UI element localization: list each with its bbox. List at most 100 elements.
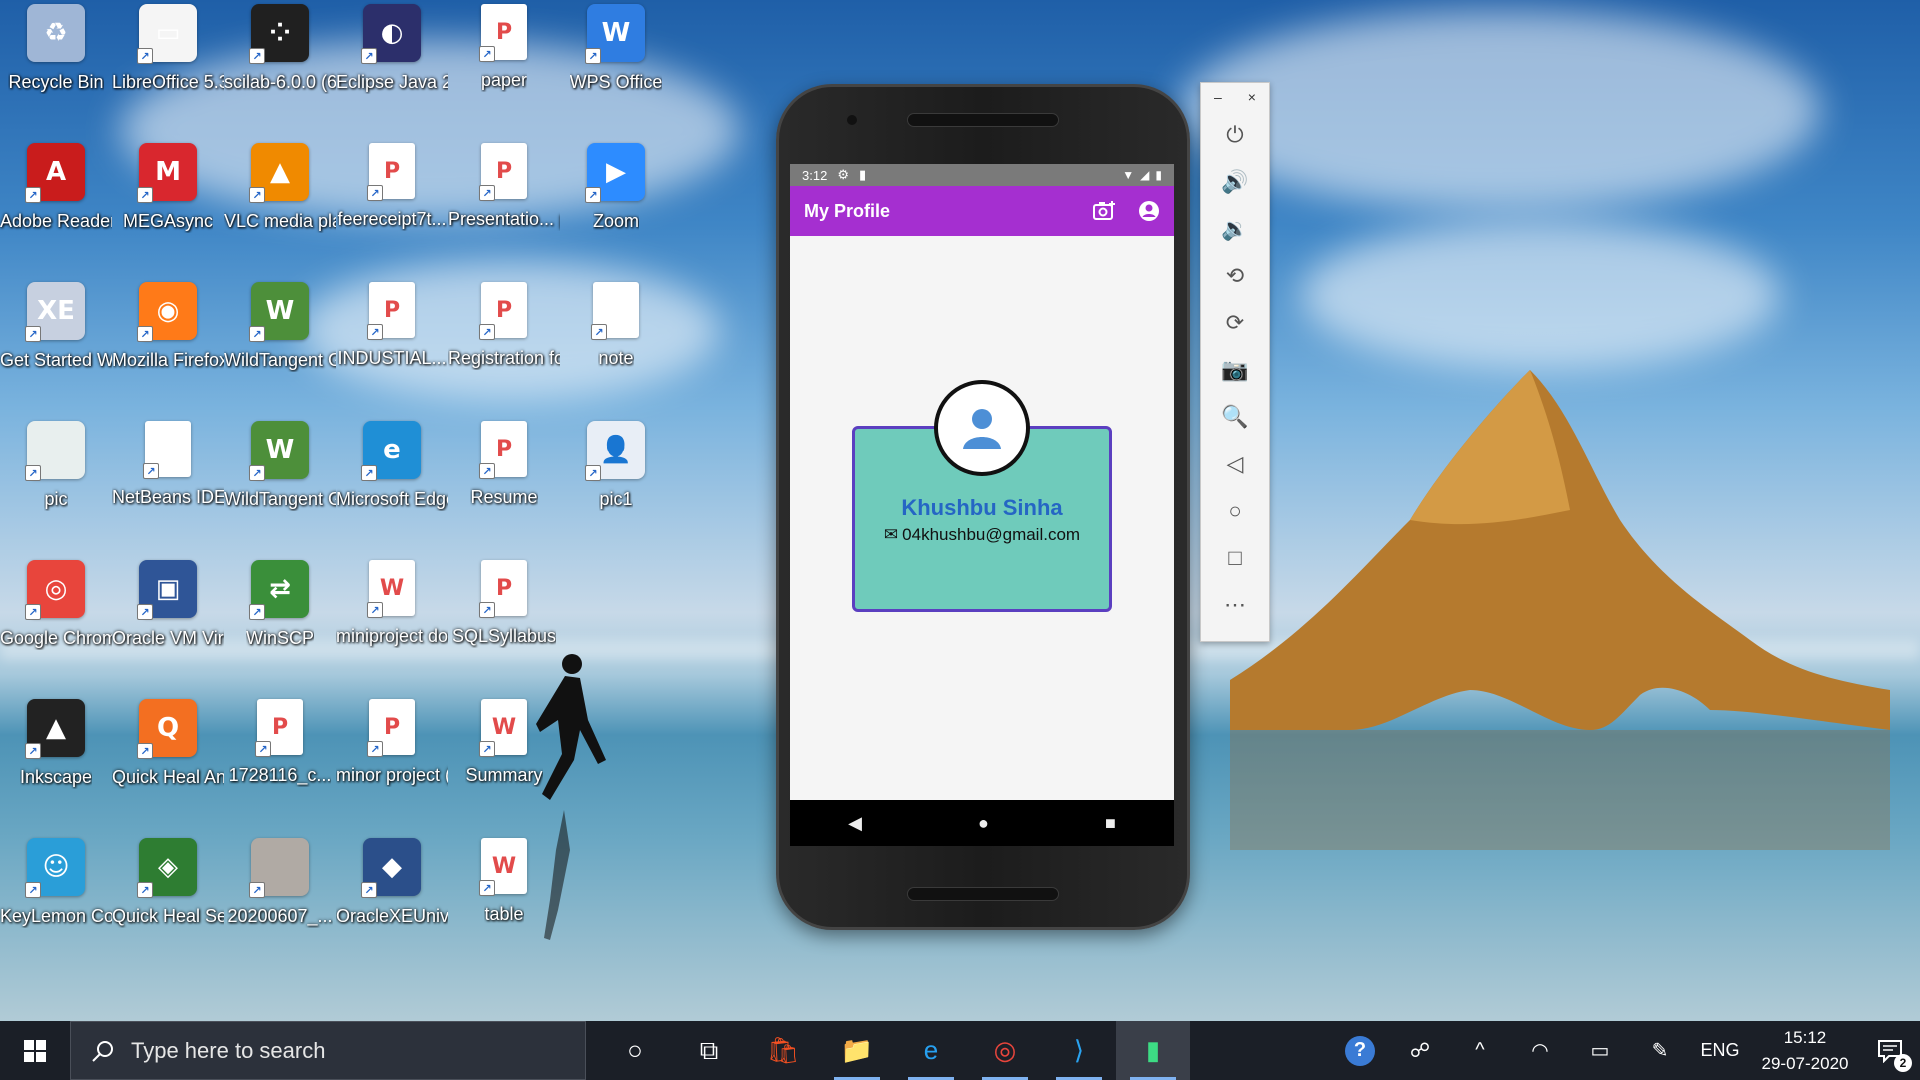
notifications-button[interactable]: 2: [1860, 1021, 1920, 1080]
desktop-icon[interactable]: ◎↗ Google Chrome: [0, 560, 112, 650]
rotate-left-icon[interactable]: ⟲: [1201, 252, 1269, 299]
microsoft-store-icon[interactable]: 🛍: [746, 1021, 820, 1080]
profile-avatar[interactable]: [934, 380, 1030, 476]
netbeans-icon: ↗: [143, 421, 191, 479]
minimize-button[interactable]: –: [1214, 89, 1222, 105]
desktop-icon[interactable]: ↗ 20200607_...: [224, 838, 336, 928]
desktop-icon[interactable]: P ↗ Resume: [448, 421, 560, 509]
close-button[interactable]: ×: [1248, 89, 1256, 105]
taskbar-clock[interactable]: 15:12 29-07-2020: [1750, 1025, 1860, 1077]
taskbar-search-box[interactable]: Type here to search: [70, 1021, 586, 1080]
desktop-icon[interactable]: P↗ minor project (1): [336, 699, 448, 787]
desktop-icon[interactable]: ☺↗ KeyLemon Control ...: [0, 838, 112, 928]
desktop-icon-label: table: [484, 904, 524, 924]
desktop-icon[interactable]: ▭ ↗ LibreOffice 5.3: [112, 4, 224, 94]
desktop-icon[interactable]: W↗ miniproject document: [336, 560, 448, 648]
desktop-icon[interactable]: W ↗ WPS Office: [560, 4, 672, 94]
desktop-icon[interactable]: W↗ WildTangent Games: [224, 421, 336, 511]
quick-heal-icon: Q ↗: [137, 699, 197, 759]
desktop-icon[interactable]: XE↗ Get Started With Oracl...: [0, 282, 112, 372]
desktop-icon[interactable]: P↗ Registration for Upgrad...: [448, 282, 560, 370]
start-button[interactable]: [0, 1021, 70, 1080]
android-studio-emulator-icon[interactable]: ▮: [1116, 1021, 1190, 1080]
desktop-icon[interactable]: P ↗ paper: [448, 4, 560, 92]
edge-icon[interactable]: e: [894, 1021, 968, 1080]
desktop-icon[interactable]: W ↗ Summary: [448, 699, 560, 787]
desktop-icon[interactable]: ◉ ↗ Mozilla Firefox: [112, 282, 224, 372]
vscode-icon[interactable]: ⟩: [1042, 1021, 1116, 1080]
desktop-icon[interactable]: ⇄ ↗ WinSCP: [224, 560, 336, 650]
shortcut-arrow-icon: ↗: [249, 604, 265, 620]
file-explorer-icon[interactable]: 📁: [820, 1021, 894, 1080]
zoom-icon[interactable]: 🔍: [1201, 393, 1269, 440]
desktop-icon[interactable]: W ↗ table: [448, 838, 560, 926]
desktop-icon-label: WildTangent Games App...: [224, 350, 336, 370]
rotate-right-icon[interactable]: ⟳: [1201, 299, 1269, 346]
more-icon[interactable]: ⋯: [1201, 581, 1269, 628]
desktop-icon[interactable]: ▣↗ Oracle VM VirtualBox: [112, 560, 224, 650]
desktop-icon[interactable]: ▲ ↗ Inkscape: [0, 699, 112, 789]
cortana-icon[interactable]: ○: [598, 1021, 672, 1080]
desktop-icon[interactable]: P ↗ INDUSTIAL...: [336, 282, 448, 370]
desktop-icon[interactable]: ◐↗ Eclipse Java 2018-09: [336, 4, 448, 94]
virtualbox-icon: ▣ ↗: [137, 560, 197, 620]
wallpaper-cloud: [1180, 10, 1820, 210]
shortcut-arrow-icon: ↗: [249, 326, 265, 342]
chevron-up-icon[interactable]: ^: [1450, 1021, 1510, 1080]
desktop-icon[interactable]: ◆ ↗ OracleXEUniv: [336, 838, 448, 928]
desktop-icon[interactable]: W↗ WildTangent Games App...: [224, 282, 336, 372]
desktop-icon[interactable]: ↗ note: [560, 282, 672, 370]
phone-screen[interactable]: 3:12 ⚙ ▮ ▼ ◢ ▮ My Profile Khushbu Sinha …: [790, 164, 1174, 846]
desktop-icon-label: pic1: [599, 489, 633, 509]
desktop-icon-label: Mozilla Firefox: [112, 350, 224, 370]
desktop-icon[interactable]: 👤 ↗ pic1: [560, 421, 672, 511]
desktop-icon-label: Zoom: [592, 211, 639, 231]
home-icon[interactable]: ○: [1201, 487, 1269, 534]
desktop-icon[interactable]: Q↗ Quick Heal AntiVirus Pro: [112, 699, 224, 789]
language-indicator[interactable]: ENG: [1690, 1021, 1750, 1080]
pen-icon[interactable]: ✎: [1630, 1021, 1690, 1080]
text-file-icon: ↗: [591, 282, 639, 340]
wallpaper-cloud: [1300, 220, 1780, 370]
phone-bottom-speaker: [907, 887, 1059, 901]
desktop-icon[interactable]: M ↗ MEGAsync: [112, 143, 224, 233]
desktop-icon[interactable]: ⁘↗ scilab-6.0.0 (64-bit): [224, 4, 336, 94]
screenshot-icon[interactable]: 📷: [1201, 346, 1269, 393]
desktop-icon[interactable]: P ↗ SQLSyllabus: [448, 560, 560, 648]
account-circle-icon[interactable]: [1138, 200, 1160, 222]
desktop-icon[interactable]: P ↗ 1728116_c...: [224, 699, 336, 787]
desktop-icon[interactable]: P ↗ feereceipt7t...: [336, 143, 448, 231]
desktop-icon[interactable]: P↗ Presentatio... project: [448, 143, 560, 231]
add-photo-icon[interactable]: [1092, 200, 1116, 222]
desktop-icon[interactable]: ▶ ↗ Zoom: [560, 143, 672, 233]
desktop-icon[interactable]: ▲↗ VLC media player: [224, 143, 336, 233]
help-icon[interactable]: ?: [1330, 1021, 1390, 1080]
desktop-icon[interactable]: ◈↗ Quick Heal Secure Br...: [112, 838, 224, 928]
desktop-icon[interactable]: e ↗ Microsoft Edge: [336, 421, 448, 511]
desktop-icon[interactable]: A↗ Adobe Reader XI: [0, 143, 112, 233]
volume-down-icon[interactable]: 🔉: [1201, 205, 1269, 252]
chrome-icon[interactable]: ◎: [968, 1021, 1042, 1080]
nav-recents-button[interactable]: ■: [1105, 813, 1116, 834]
android-navigation-bar: ◀ ● ■: [790, 800, 1174, 846]
shortcut-arrow-icon: ↗: [585, 187, 601, 203]
nav-home-button[interactable]: ●: [978, 813, 989, 834]
nav-back-button[interactable]: ◀: [848, 813, 862, 834]
desktop-icon[interactable]: ♻ Recycle Bin: [0, 4, 112, 94]
people-icon[interactable]: ☍: [1390, 1021, 1450, 1080]
shortcut-arrow-icon: ↗: [137, 326, 153, 342]
desktop-icon[interactable]: ↗ NetBeans IDE 8.2: [112, 421, 224, 509]
desktop-icon[interactable]: ↗ pic: [0, 421, 112, 511]
power-icon[interactable]: ⏻: [1201, 111, 1269, 158]
wps-pdf-icon: P ↗: [479, 421, 527, 479]
desktop-icon-label: 1728116_c...: [228, 765, 332, 785]
volume-up-icon[interactable]: 🔊: [1201, 158, 1269, 205]
image-file-icon: ↗: [25, 421, 85, 481]
desktop-icon-label: Oracle VM VirtualBox: [112, 628, 224, 648]
overview-icon[interactable]: □: [1201, 534, 1269, 581]
libreoffice-icon: ▭ ↗: [137, 4, 197, 64]
back-icon[interactable]: ◁: [1201, 440, 1269, 487]
wifi-icon[interactable]: ◠: [1510, 1021, 1570, 1080]
battery-icon[interactable]: ▭: [1570, 1021, 1630, 1080]
task-view-icon[interactable]: ⧉: [672, 1021, 746, 1080]
